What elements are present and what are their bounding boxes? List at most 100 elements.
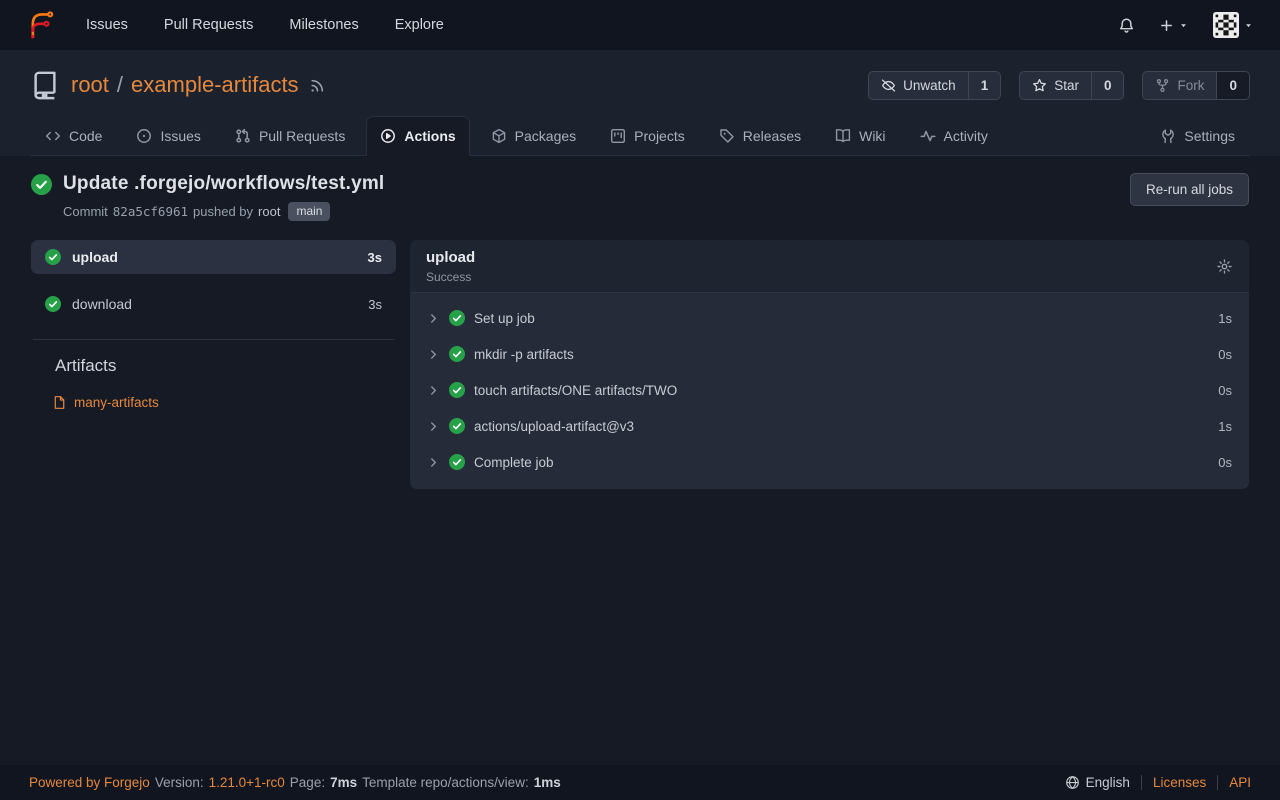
fork-button: Fork [1143,72,1216,99]
nav-right-controls [1118,12,1254,38]
language-selector[interactable]: English [1065,775,1130,790]
step-duration: 0s [1218,383,1232,398]
tab-settings[interactable]: Settings [1147,117,1248,155]
branch-badge[interactable]: main [288,202,330,221]
stars-count[interactable]: 0 [1091,72,1124,99]
repo-icon [30,70,60,100]
tab-issues[interactable]: Issues [123,117,213,155]
step-row-upload-artifact[interactable]: actions/upload-artifact@v3 1s [410,408,1249,444]
committer-link[interactable]: root [258,204,280,219]
forgejo-logo[interactable] [26,10,56,40]
artifact-link-many-artifacts[interactable]: many-artifacts [52,395,396,410]
version-label: Version: [155,775,204,790]
job-duration: 3s [368,250,382,265]
chevron-down-icon [1178,20,1189,31]
notifications-bell-icon[interactable] [1118,17,1135,34]
job-success-icon [45,296,61,312]
artifacts-section: Artifacts many-artifacts [31,340,396,410]
step-row-mkdir[interactable]: mkdir -p artifacts 0s [410,336,1249,372]
pushed-by-label: pushed by [193,204,253,219]
step-duration: 0s [1218,455,1232,470]
chevron-right-icon [427,420,440,433]
template-time-value: 1ms [534,775,561,790]
repo-name-link[interactable]: example-artifacts [131,72,299,98]
tab-pull-requests[interactable]: Pull Requests [222,117,358,155]
globe-icon [1065,775,1080,790]
file-icon [52,395,67,410]
run-subtitle: Commit 82a5cf6961 pushed by root main [63,202,384,221]
job-steps-list: Set up job 1s mkdir -p artifacts 0s touc… [410,293,1249,489]
issue-circle-icon [136,128,152,144]
step-row-set-up-job[interactable]: Set up job 1s [410,300,1249,336]
tab-code[interactable]: Code [32,117,115,155]
nav-milestones[interactable]: Milestones [289,17,358,33]
job-item-download[interactable]: download 3s [31,287,396,321]
commit-label: Commit [63,204,108,219]
repo-tabs: Code Issues Pull Requests Actions [30,116,1250,156]
step-duration: 0s [1218,347,1232,362]
run-success-icon [31,174,52,195]
page-time-value: 7ms [330,775,357,790]
repo-action-buttons: Unwatch 1 Star 0 [868,71,1250,100]
chevron-right-icon [427,348,440,361]
version-link[interactable]: 1.21.0+1-rc0 [209,775,285,790]
tab-packages[interactable]: Packages [478,117,589,155]
footer-divider [1217,775,1218,790]
step-success-icon [449,310,465,326]
job-name: download [72,296,132,312]
step-duration: 1s [1218,419,1232,434]
tools-icon [1160,128,1176,144]
pull-request-icon [235,128,251,144]
plus-icon [1159,18,1174,33]
template-time-label: Template repo/actions/view: [362,775,529,790]
nav-explore[interactable]: Explore [395,17,444,33]
watchers-count[interactable]: 1 [968,72,1001,99]
rss-icon[interactable] [309,77,326,94]
user-menu-dropdown[interactable] [1213,12,1254,38]
footer-meta: Powered by Forgejo Version: 1.21.0+1-rc0… [29,775,561,790]
step-row-touch-artifacts[interactable]: touch artifacts/ONE artifacts/TWO 0s [410,372,1249,408]
job-detail-panel: upload Success Set up job 1s [410,240,1249,489]
avatar [1213,12,1239,38]
commit-sha-link[interactable]: 82a5cf6961 [113,204,188,219]
unwatch-button[interactable]: Unwatch [869,72,968,99]
play-circle-icon [380,128,396,144]
run-title: Update .forgejo/workflows/test.yml [63,173,384,195]
star-icon [1032,78,1047,93]
step-name: touch artifacts/ONE artifacts/TWO [474,383,677,398]
footer-links: English Licenses API [1065,775,1251,790]
job-detail-header: upload Success [410,240,1249,293]
step-success-icon [449,346,465,362]
repo-owner-link[interactable]: root [71,72,109,98]
step-name: Set up job [474,311,535,326]
job-detail-name: upload [426,249,475,266]
powered-by-link[interactable]: Powered by Forgejo [29,775,150,790]
repo-breadcrumb: root / example-artifacts [71,72,299,98]
api-link[interactable]: API [1229,775,1251,790]
job-duration: 3s [368,297,382,312]
licenses-link[interactable]: Licenses [1153,775,1206,790]
forks-count[interactable]: 0 [1216,72,1249,99]
tab-releases[interactable]: Releases [706,117,814,155]
page-footer: Powered by Forgejo Version: 1.21.0+1-rc0… [0,765,1280,800]
nav-pull-requests[interactable]: Pull Requests [164,17,253,33]
rerun-all-jobs-button[interactable]: Re-run all jobs [1130,173,1249,206]
star-button[interactable]: Star [1020,72,1091,99]
job-name: upload [72,249,118,265]
actions-run-view: Update .forgejo/workflows/test.yml Commi… [0,156,1280,765]
tab-actions[interactable]: Actions [366,116,469,156]
tab-activity[interactable]: Activity [907,117,1001,155]
job-options-gear-icon[interactable] [1216,258,1233,275]
chevron-right-icon [427,312,440,325]
eye-slash-icon [881,78,896,93]
code-icon [45,128,61,144]
nav-issues[interactable]: Issues [86,17,128,33]
step-row-complete-job[interactable]: Complete job 0s [410,444,1249,480]
star-button-group: Star 0 [1019,71,1124,100]
create-new-dropdown[interactable] [1159,18,1189,33]
project-board-icon [610,128,626,144]
job-item-upload[interactable]: upload 3s [31,240,396,274]
tab-wiki[interactable]: Wiki [822,117,898,155]
step-success-icon [449,454,465,470]
tab-projects[interactable]: Projects [597,117,698,155]
